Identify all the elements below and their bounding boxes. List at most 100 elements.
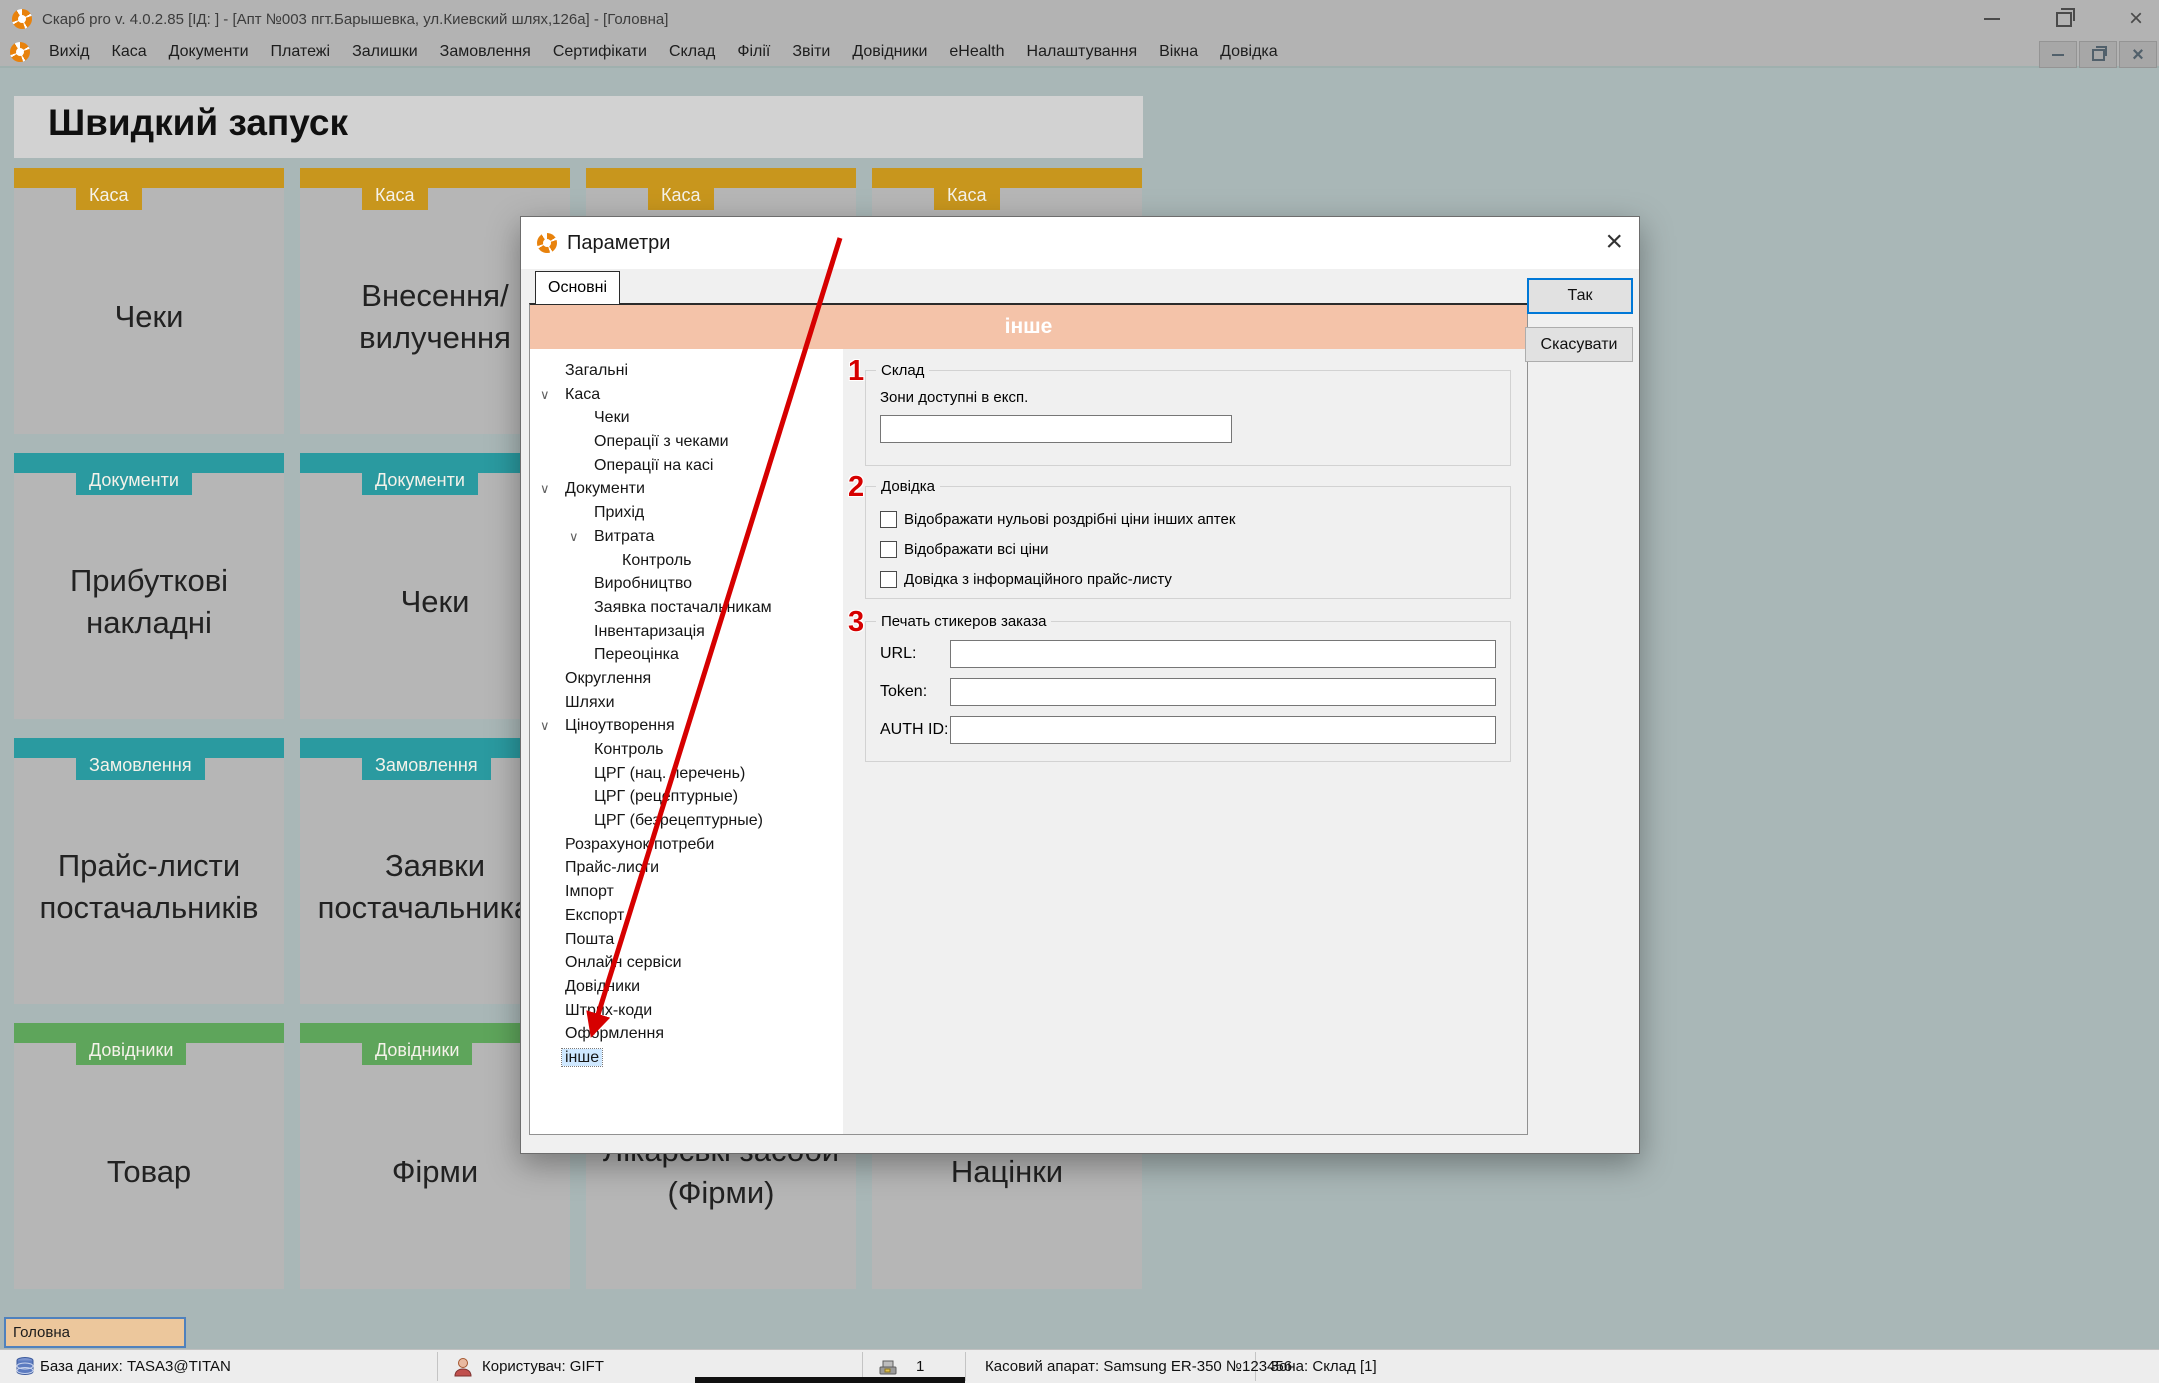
group-dovidka-title: Довідка <box>876 478 940 495</box>
tree-item-23[interactable]: Експорт <box>530 904 843 928</box>
tree-item-5[interactable]: ∨Документи <box>530 477 843 501</box>
tree-item-2[interactable]: Чеки <box>530 406 843 430</box>
tree-item-14[interactable]: Шляхи <box>530 691 843 715</box>
tree-item-18[interactable]: ЦРГ (рецептурные) <box>530 785 843 809</box>
zones-input[interactable] <box>880 415 1232 443</box>
tile-category-chip: Документи <box>76 465 192 495</box>
tree-item-8[interactable]: Контроль <box>530 549 843 573</box>
menu-item-3[interactable]: Платежі <box>260 38 342 66</box>
tree-item-29[interactable]: інше <box>530 1046 843 1070</box>
tree-item-label: Прайс-листи <box>562 859 662 876</box>
print-field-row-2: AUTH ID: <box>880 716 1496 744</box>
menu-item-10[interactable]: Довідники <box>841 38 938 66</box>
tree-item-19[interactable]: ЦРГ (безрецептурные) <box>530 809 843 833</box>
menu-item-6[interactable]: Сертифікати <box>542 38 658 66</box>
menu-item-12[interactable]: Налаштування <box>1016 38 1149 66</box>
chevron-down-icon[interactable]: ∨ <box>540 714 550 738</box>
tile-r3c0[interactable]: ДовідникиТовар <box>14 1023 284 1289</box>
tree-item-17[interactable]: ЦРГ (нац. перечень) <box>530 762 843 786</box>
menu-item-14[interactable]: Довідка <box>1209 38 1289 66</box>
chevron-down-icon[interactable]: ∨ <box>569 525 579 549</box>
database-icon <box>14 1356 36 1378</box>
tree-item-11[interactable]: Інвентаризація <box>530 620 843 644</box>
tree-item-27[interactable]: Штрих-коди <box>530 999 843 1023</box>
tile-r1c0[interactable]: ДокументиПрибуткові накладні <box>14 453 284 719</box>
chevron-down-icon[interactable]: ∨ <box>540 383 550 407</box>
tab-osnovni[interactable]: Основні <box>535 271 620 304</box>
tree-item-15[interactable]: ∨Ціноутворення <box>530 714 843 738</box>
field-input-2[interactable] <box>950 716 1496 744</box>
tile-category-bar <box>300 168 570 188</box>
tree-item-label: Заявка постачальникам <box>591 599 775 616</box>
menu-item-2[interactable]: Документи <box>158 38 260 66</box>
app-logo-icon-small <box>10 42 30 62</box>
restore-icon[interactable] <box>2051 6 2077 32</box>
print-field-row-1: Token: <box>880 678 1496 706</box>
tree-item-12[interactable]: Переоцінка <box>530 643 843 667</box>
chevron-down-icon[interactable]: ∨ <box>540 477 550 501</box>
mdi-minimize-icon[interactable] <box>2039 41 2077 68</box>
field-input-0[interactable] <box>950 640 1496 668</box>
menu-item-1[interactable]: Каса <box>101 38 158 66</box>
menu-item-7[interactable]: Склад <box>658 38 726 66</box>
zones-field-label: Зони доступні в експ. <box>880 389 1028 406</box>
tree-item-28[interactable]: Оформлення <box>530 1022 843 1046</box>
mdi-close-icon[interactable]: × <box>2119 41 2157 68</box>
menu-item-13[interactable]: Вікна <box>1148 38 1209 66</box>
tile-category-chip: Документи <box>362 465 478 495</box>
tree-item-20[interactable]: Розрахунок потреби <box>530 833 843 857</box>
ok-button[interactable]: Так <box>1527 278 1633 314</box>
tree-item-26[interactable]: Довідники <box>530 975 843 999</box>
checkbox[interactable] <box>880 571 897 588</box>
tree-item-label: Операції на касі <box>591 457 716 474</box>
menu-item-5[interactable]: Замовлення <box>429 38 542 66</box>
checkbox-label: Відображати нульові роздрібні ціни інших… <box>904 511 1235 528</box>
dialog-close-icon[interactable]: × <box>1605 227 1623 257</box>
tree-item-label: Штрих-коди <box>562 1002 655 1019</box>
tree-item-label: Пошта <box>562 931 617 948</box>
app-logo-icon <box>12 9 32 29</box>
tree-item-7[interactable]: ∨Витрата <box>530 525 843 549</box>
tree-item-6[interactable]: Прихід <box>530 501 843 525</box>
checkbox-row-2: Довідка з інформаційного прайс-листу <box>880 569 1172 589</box>
tree-item-3[interactable]: Операції з чеками <box>530 430 843 454</box>
tile-r0c0[interactable]: КасаЧеки <box>14 168 284 434</box>
tree-item-label: ЦРГ (рецептурные) <box>591 788 741 805</box>
dialog-tab-page: інше Загальні∨КасаЧекиОперації з чеками О… <box>529 303 1528 1135</box>
checkbox[interactable] <box>880 541 897 558</box>
tree-item-label: Імпорт <box>562 883 617 900</box>
checkbox-row-0: Відображати нульові роздрібні ціни інших… <box>880 509 1235 529</box>
menu-item-8[interactable]: Філії <box>726 38 781 66</box>
field-input-1[interactable] <box>950 678 1496 706</box>
status-text-3: Касовий апарат: Samsung ER-350 №123456 <box>985 1350 1292 1383</box>
menu-item-4[interactable]: Залишки <box>341 38 429 66</box>
menu-item-11[interactable]: eHealth <box>938 38 1015 66</box>
tree-item-1[interactable]: ∨Каса <box>530 383 843 407</box>
tree-item-13[interactable]: Округлення <box>530 667 843 691</box>
mdi-restore-icon[interactable] <box>2079 41 2117 68</box>
minimize-icon[interactable] <box>1979 6 2005 32</box>
tree-item-21[interactable]: Прайс-листи <box>530 856 843 880</box>
tree-item-10[interactable]: Заявка постачальникам <box>530 596 843 620</box>
tree-item-24[interactable]: Пошта <box>530 928 843 952</box>
quick-launch-panel: Швидкий запуск <box>14 96 1143 158</box>
tree-item-4[interactable]: Операції на касі <box>530 454 843 478</box>
settings-tree: Загальні∨КасаЧекиОперації з чеками Операц… <box>530 349 843 1134</box>
close-icon[interactable]: × <box>2123 6 2149 32</box>
tile-category-bar <box>14 168 284 188</box>
tree-item-16[interactable]: Контроль <box>530 738 843 762</box>
menu-item-9[interactable]: Звіти <box>781 38 841 66</box>
tile-category-chip: Замовлення <box>362 750 491 780</box>
checkbox[interactable] <box>880 511 897 528</box>
tab-holovna[interactable]: Головна <box>4 1317 186 1348</box>
menu-item-0[interactable]: Вихід <box>38 38 101 66</box>
tree-item-9[interactable]: Виробництво <box>530 572 843 596</box>
tile-r2c0[interactable]: ЗамовленняПрайс-листи постачальників <box>14 738 284 1004</box>
tree-item-25[interactable]: Онлайн сервіси <box>530 951 843 975</box>
settings-panel: 1 Склад Зони доступні в експ. 2 Довідка … <box>843 349 1527 1134</box>
annotation-number-3: 3 <box>848 606 864 639</box>
tree-item-22[interactable]: Імпорт <box>530 880 843 904</box>
print-field-row-0: URL: <box>880 640 1496 668</box>
tree-item-0[interactable]: Загальні <box>530 359 843 383</box>
cancel-button[interactable]: Скасувати <box>1525 327 1633 362</box>
